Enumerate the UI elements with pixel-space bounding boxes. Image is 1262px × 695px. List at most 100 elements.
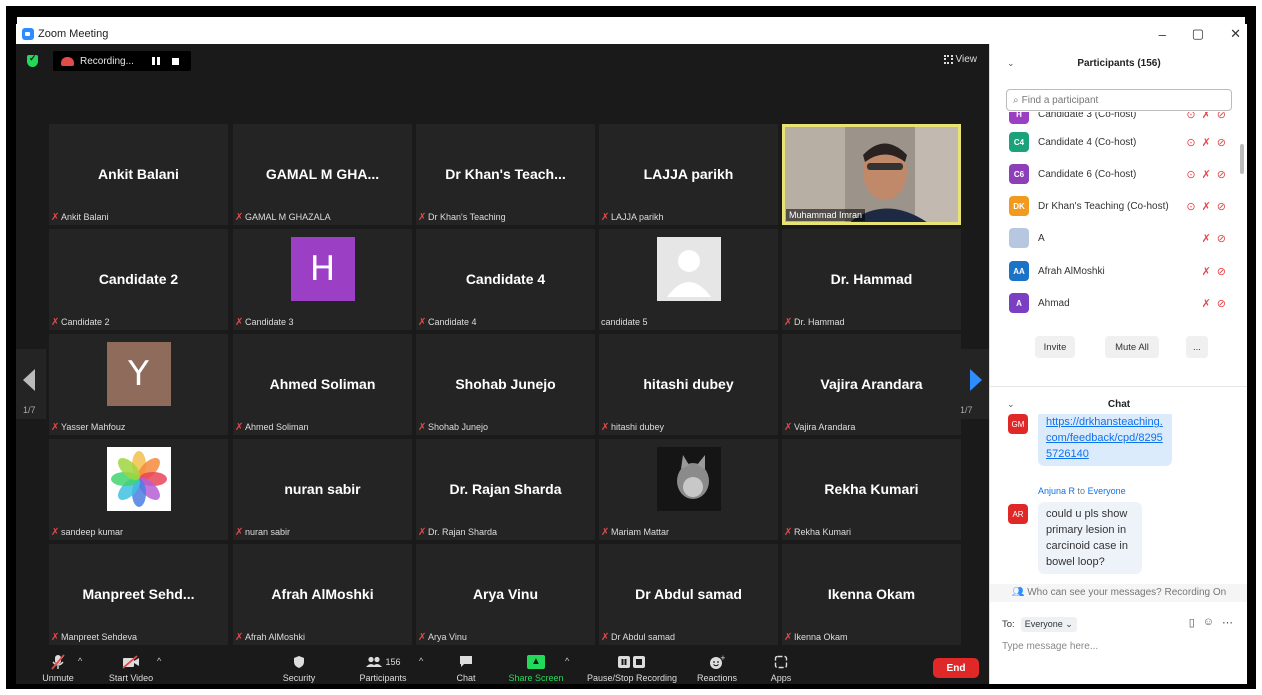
chat-button[interactable]: Chat <box>451 652 481 683</box>
participant-name-label: ✗ Manpreet Sehdeva <box>51 632 137 642</box>
video-tile[interactable]: Ankit Balani ✗ Ankit Balani <box>49 124 228 225</box>
minimize-button[interactable]: – <box>1159 27 1166 42</box>
apps-button[interactable]: Apps <box>768 652 794 683</box>
video-tile[interactable]: Dr Abdul samad ✗ Dr Abdul samad <box>599 544 778 645</box>
maximize-button[interactable]: ▢ <box>1192 26 1204 42</box>
video-tile[interactable]: Afrah AlMoshki ✗ Afrah AlMoshki <box>233 544 412 645</box>
participant-name-text: nuran sabir <box>245 527 291 537</box>
video-tile[interactable]: Candidate 4 ✗ Candidate 4 <box>416 229 595 330</box>
participant-name-text: Dr Abdul samad <box>611 632 676 642</box>
mic-muted-icon[interactable]: ✗ <box>1202 168 1211 181</box>
participant-display-name: Ahmed Soliman <box>269 376 376 392</box>
video-tile[interactable]: Rekha Kumari ✗ Rekha Kumari <box>782 439 961 540</box>
video-tile[interactable]: Ahmed Soliman ✗ Ahmed Soliman <box>233 334 412 435</box>
who-can-see-messages[interactable]: 👥︎ Who can see your messages? Recording … <box>990 584 1247 602</box>
video-tile[interactable]: Dr Khan's Teach... ✗ Dr Khan's Teaching <box>416 124 595 225</box>
participant-row[interactable]: A ✗ ⊘ <box>990 222 1240 254</box>
mute-all-button[interactable]: Mute All <box>1105 336 1159 358</box>
audio-options-caret-icon[interactable]: ^ <box>78 656 82 666</box>
chat-link-message[interactable]: https://drkhansteaching.com/feedback/cpd… <box>1038 414 1172 466</box>
mic-muted-icon[interactable]: ✗ <box>1202 136 1211 149</box>
reactions-button[interactable]: + Reactions <box>696 652 738 684</box>
share-screen-button[interactable]: ▲ Share Screen <box>506 652 566 683</box>
mic-muted-icon[interactable]: ✗ <box>1202 112 1211 121</box>
mic-muted-icon: ✗ <box>235 316 244 328</box>
stop-recording-icon[interactable] <box>171 57 179 65</box>
participant-name-label: ✗ Ankit Balani <box>51 212 109 222</box>
participant-list-avatar: A <box>1009 293 1029 313</box>
view-button[interactable]: View <box>943 54 977 65</box>
participant-name-label: ✗ Afrah AlMoshki <box>235 632 305 642</box>
participant-search-input[interactable]: ⌕ Find a participant <box>1006 89 1232 111</box>
video-tile[interactable]: ✗ Mariam Mattar <box>599 439 778 540</box>
mic-muted-icon[interactable]: ✗ <box>1202 232 1211 245</box>
video-tile[interactable]: Shohab Junejo ✗ Shohab Junejo <box>416 334 595 435</box>
mic-muted-icon[interactable]: ✗ <box>1202 265 1211 278</box>
video-tile[interactable]: Vajira Arandara ✗ Vajira Arandara <box>782 334 961 435</box>
video-tile[interactable]: hitashi dubey ✗ hitashi dubey <box>599 334 778 435</box>
more-options-button[interactable]: ... <box>1186 336 1208 358</box>
unmute-button[interactable]: Unmute <box>38 652 78 683</box>
video-tile[interactable]: Dr. Rajan Sharda ✗ Dr. Rajan Sharda <box>416 439 595 540</box>
to-label: To: <box>1002 619 1015 630</box>
more-icon[interactable]: ⋯ <box>1222 616 1233 629</box>
recipient-select[interactable]: Everyone ⌄ <box>1020 617 1077 632</box>
video-tile[interactable]: Ikenna Okam ✗ Ikenna Okam <box>782 544 961 645</box>
search-icon: ⌕ <box>1013 94 1019 106</box>
emoji-icon[interactable]: ☺ <box>1203 616 1214 629</box>
participant-row[interactable]: AA Afrah AlMoshki ✗ ⊘ <box>990 255 1240 287</box>
participant-list-name: Dr Khan's Teaching (Co-host) <box>1038 200 1169 212</box>
video-tile[interactable]: GAMAL M GHA... ✗ GAMAL M GHAZALA <box>233 124 412 225</box>
video-options-caret-icon[interactable]: ^ <box>157 656 161 666</box>
cat-photo-avatar <box>656 447 721 511</box>
video-tile[interactable]: ✗ sandeep kumar <box>49 439 228 540</box>
chat-message: could u pls show primary lesion in carci… <box>1038 502 1142 574</box>
mic-muted-icon[interactable]: ✗ <box>1202 297 1211 310</box>
recording-status-icon: ⊙ <box>1186 136 1196 149</box>
participant-display-name: Dr. Rajan Sharda <box>449 481 562 497</box>
video-tile[interactable]: Y ✗ Yasser Mahfouz <box>49 334 228 435</box>
encryption-shield-icon[interactable] <box>27 53 38 67</box>
video-off-icon[interactable]: ⊘ <box>1217 136 1226 149</box>
video-off-icon[interactable]: ⊘ <box>1217 265 1226 278</box>
end-meeting-button[interactable]: End <box>933 658 979 678</box>
video-tile[interactable]: candidate 5 <box>599 229 778 330</box>
pause-recording-icon[interactable] <box>151 57 160 65</box>
participant-name-text: Rekha Kumari <box>794 527 852 537</box>
participant-row[interactable]: A Ahmad ✗ ⊘ <box>990 287 1240 319</box>
mic-muted-icon[interactable]: ✗ <box>1202 200 1211 213</box>
security-button[interactable]: Security <box>280 652 318 683</box>
mic-muted-icon: ✗ <box>601 421 610 433</box>
participants-button[interactable]: 156 Participants <box>355 652 411 683</box>
participants-options-caret-icon[interactable]: ^ <box>419 656 423 666</box>
video-tile[interactable]: H ✗ Candidate 3 <box>233 229 412 330</box>
who-can-see-label: Who can see your messages? Recording On <box>1027 587 1227 598</box>
video-tile[interactable]: Manpreet Sehd... ✗ Manpreet Sehdeva <box>49 544 228 645</box>
video-tile[interactable]: nuran sabir ✗ nuran sabir <box>233 439 412 540</box>
participant-name-text: LAJJA parikh <box>611 212 664 222</box>
chat-input[interactable]: Type message here... <box>1002 641 1098 652</box>
file-icon[interactable]: ▯ <box>1189 616 1195 629</box>
video-tile[interactable]: Dr. Hammad ✗ Dr. Hammad <box>782 229 961 330</box>
video-off-icon[interactable]: ⊘ <box>1217 232 1226 245</box>
video-tile[interactable]: Candidate 2 ✗ Candidate 2 <box>49 229 228 330</box>
pause-stop-recording-label: Pause/Stop Recording <box>586 673 678 683</box>
video-off-icon[interactable]: ⊘ <box>1217 297 1226 310</box>
video-tile[interactable]: Arya Vinu ✗ Arya Vinu <box>416 544 595 645</box>
start-video-button[interactable]: Start Video <box>104 652 158 683</box>
pause-stop-recording-button[interactable]: Pause/Stop Recording <box>582 652 682 683</box>
video-off-icon[interactable]: ⊘ <box>1217 200 1226 213</box>
close-button[interactable]: ✕ <box>1230 26 1241 42</box>
video-tile[interactable]: Muhammad Imran <box>782 124 961 225</box>
invite-button[interactable]: Invite <box>1035 336 1075 358</box>
share-options-caret-icon[interactable]: ^ <box>565 656 569 666</box>
participant-name-label: ✗ nuran sabir <box>235 527 290 537</box>
participant-row[interactable]: C6 Candidate 6 (Co-host) ⊙ ✗ ⊘ <box>990 158 1240 190</box>
video-off-icon[interactable]: ⊘ <box>1217 112 1226 121</box>
participant-list-scrollbar[interactable] <box>1240 144 1244 174</box>
meeting-topbar: Recording... View <box>16 44 989 78</box>
participant-row[interactable]: DK Dr Khan's Teaching (Co-host) ⊙ ✗ ⊘ <box>990 190 1240 222</box>
video-off-icon[interactable]: ⊘ <box>1217 168 1226 181</box>
video-tile[interactable]: LAJJA parikh ✗ LAJJA parikh <box>599 124 778 225</box>
participant-row[interactable]: C4 Candidate 4 (Co-host) ⊙ ✗ ⊘ <box>990 126 1240 158</box>
